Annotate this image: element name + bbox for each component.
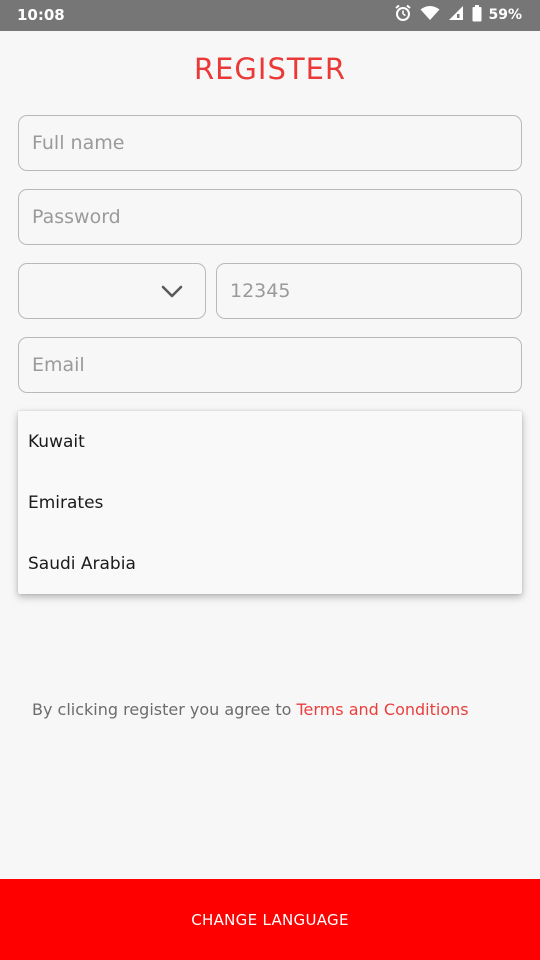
country-code-select[interactable]	[18, 263, 206, 319]
country-dropdown-menu: Kuwait Emirates Saudi Arabia	[18, 411, 522, 594]
dropdown-option-emirates[interactable]: Emirates	[18, 472, 522, 533]
dropdown-option-kuwait[interactable]: Kuwait	[18, 411, 522, 472]
status-time: 10:08	[17, 6, 65, 24]
password-field[interactable]	[18, 189, 522, 245]
terms-text: By clicking register you agree to Terms …	[32, 700, 469, 719]
alarm-icon	[394, 4, 412, 26]
page-title: REGISTER	[193, 52, 347, 86]
chevron-down-icon[interactable]	[160, 281, 184, 307]
phone-input[interactable]	[217, 264, 521, 318]
email-input[interactable]	[19, 338, 521, 392]
full-name-field[interactable]	[18, 115, 522, 171]
battery-icon	[472, 4, 482, 26]
battery-percent: 59%	[488, 7, 522, 23]
wifi-icon	[420, 5, 440, 25]
terms-link[interactable]: Terms and Conditions	[297, 700, 469, 719]
status-bar: 10:08 59%	[0, 0, 540, 31]
dropdown-option-saudi-arabia[interactable]: Saudi Arabia	[18, 533, 522, 594]
password-input[interactable]	[19, 190, 521, 244]
email-field[interactable]	[18, 337, 522, 393]
change-language-button[interactable]: CHANGE LANGUAGE	[0, 879, 540, 960]
cell-signal-icon	[448, 5, 464, 25]
full-name-input[interactable]	[19, 116, 521, 170]
status-icons: 59%	[386, 4, 522, 26]
phone-field[interactable]	[216, 263, 522, 319]
terms-prefix: By clicking register you agree to	[32, 700, 292, 719]
